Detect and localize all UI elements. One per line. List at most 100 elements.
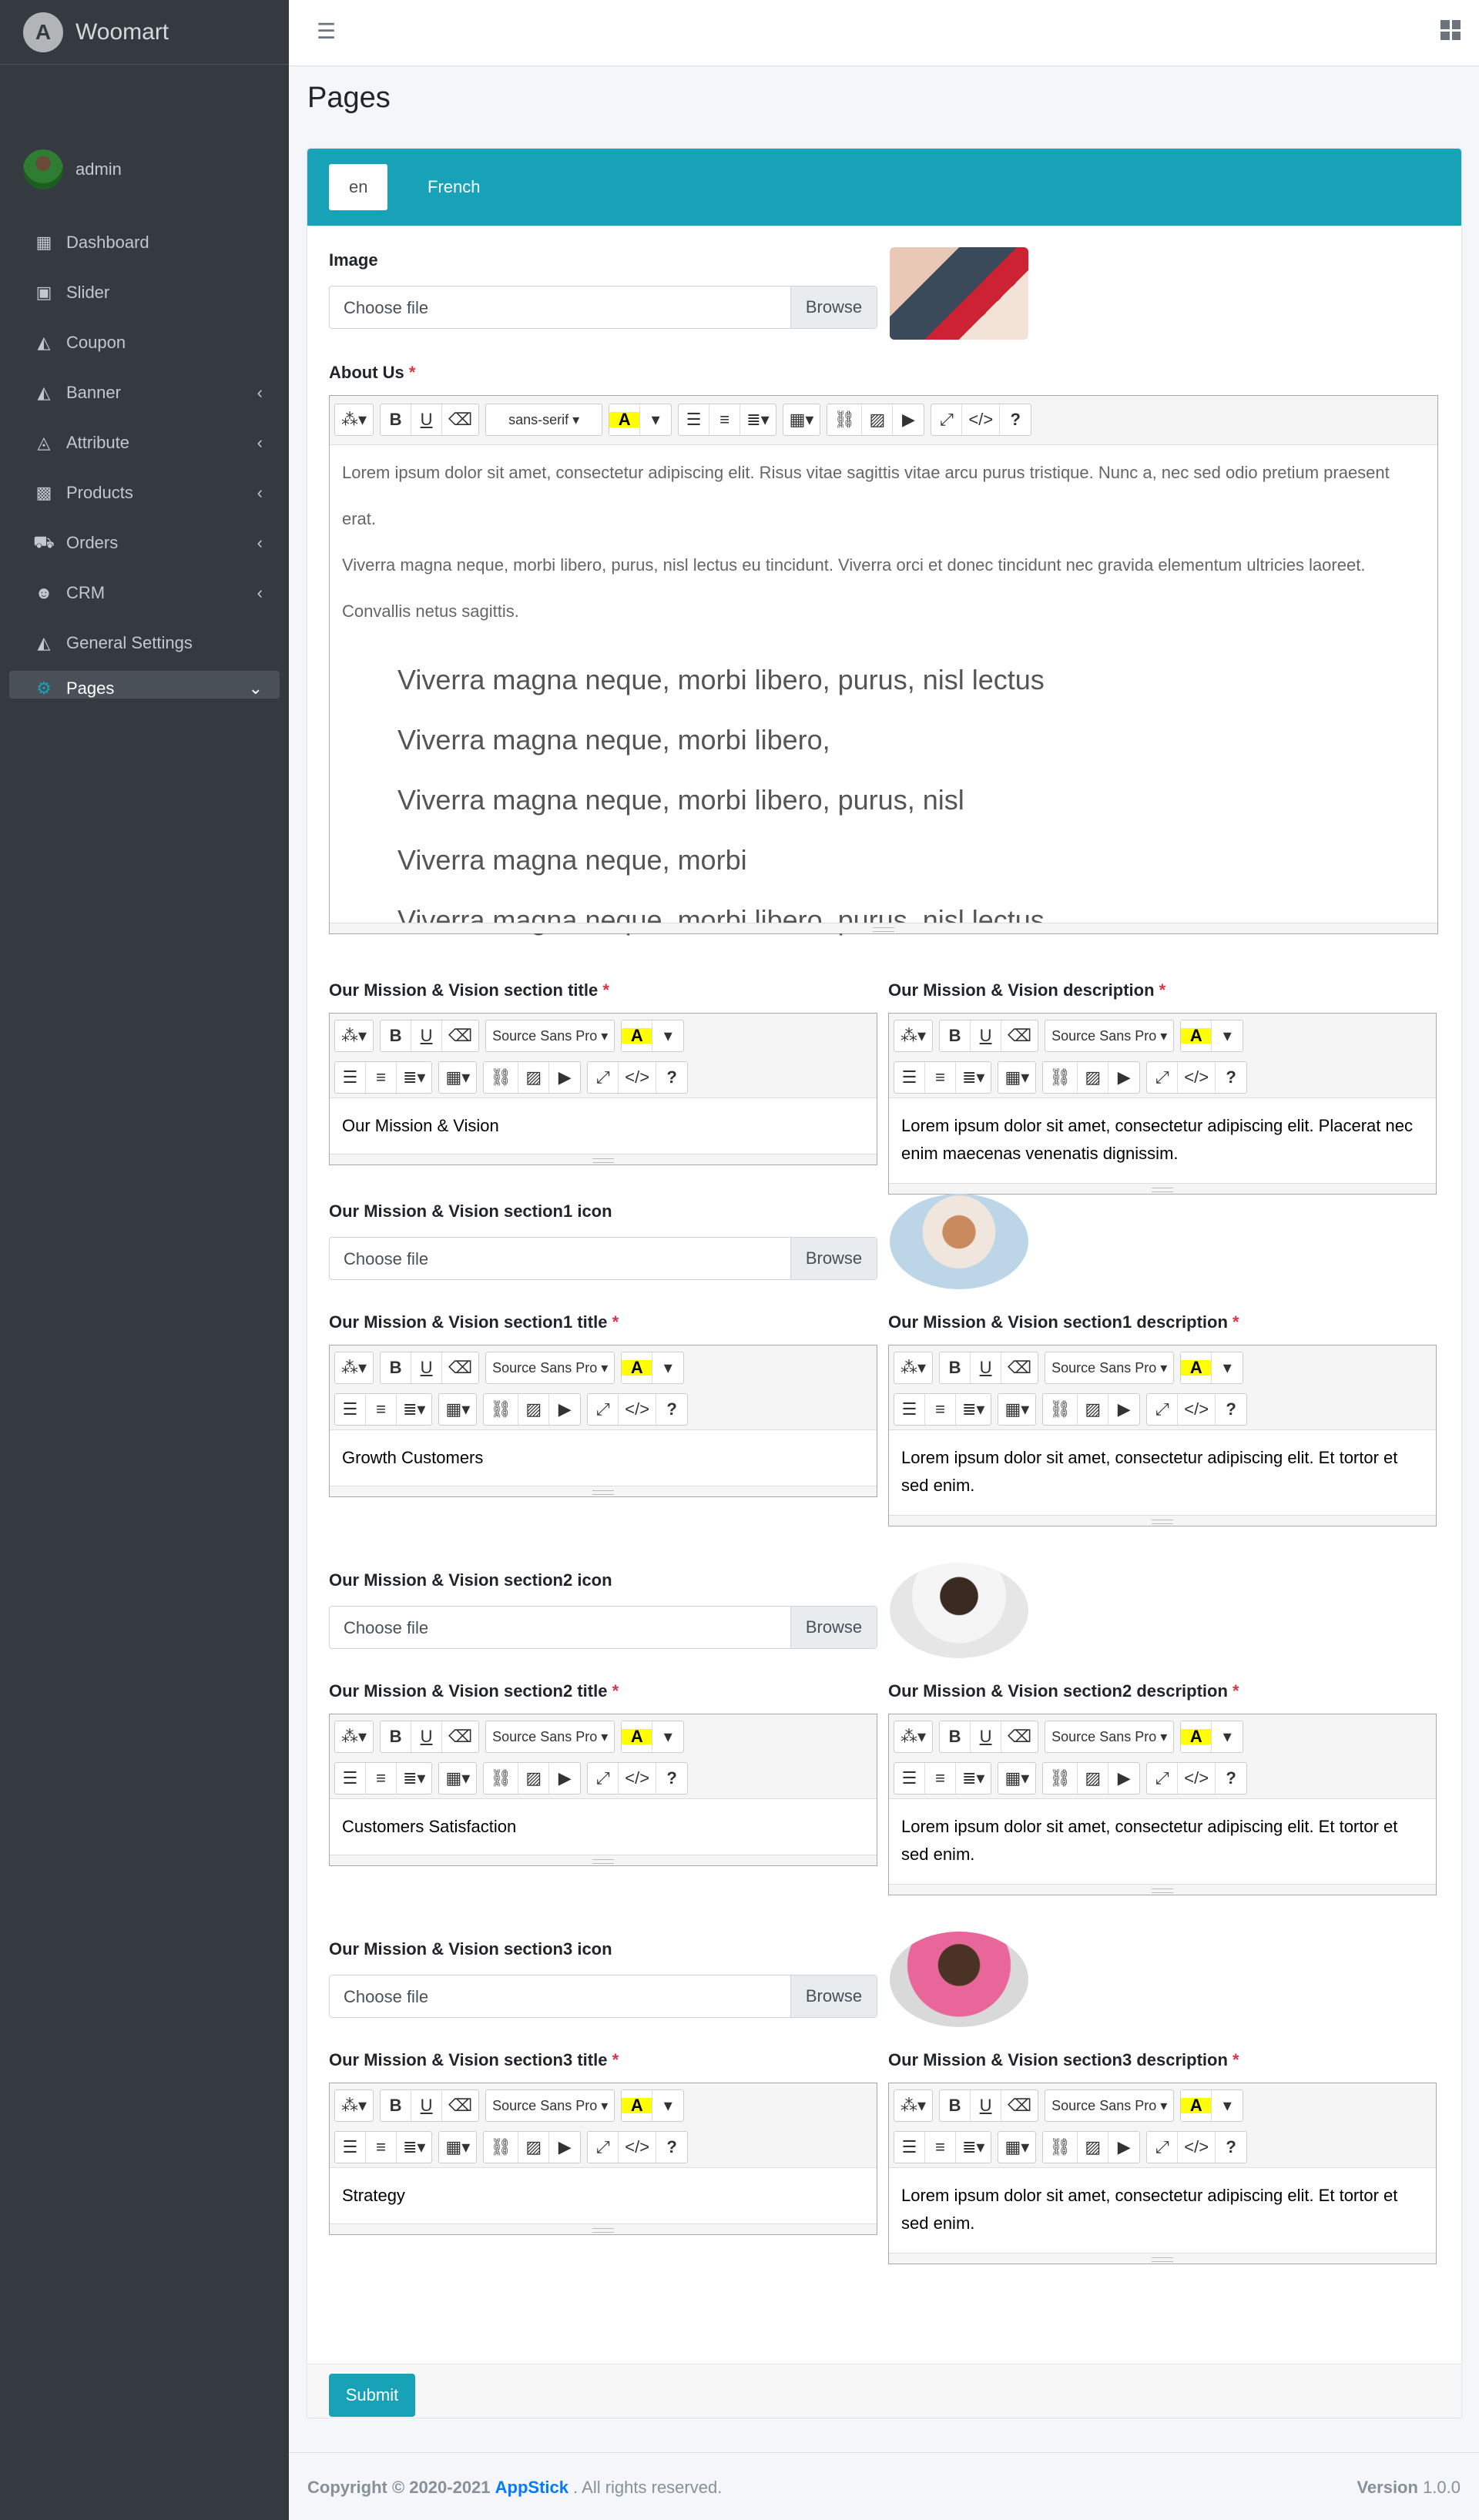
highlight-color-icon[interactable]: A bbox=[609, 404, 641, 435]
eraser-icon[interactable]: ⌫ bbox=[1001, 1020, 1038, 1051]
table-icon[interactable]: ▦▾ bbox=[439, 1763, 476, 1794]
eraser-icon[interactable]: ⌫ bbox=[1001, 1352, 1038, 1383]
brand[interactable]: A Woomart bbox=[0, 0, 289, 65]
magic-style-icon[interactable]: ⁂▾ bbox=[894, 1352, 932, 1383]
fullscreen-icon[interactable]: ⤢ bbox=[1147, 1763, 1179, 1794]
help-icon[interactable]: ? bbox=[1216, 1763, 1246, 1794]
align-icon[interactable]: ≣▾ bbox=[397, 1062, 431, 1093]
ordered-list-icon[interactable]: ≡ bbox=[925, 1763, 956, 1794]
rich-text-editor[interactable]: ⁂▾ B U ⌫ Source Sans Pro ▾ A ▾ ☰ ≡ ≣▾ ▦▾ ⛓ ▨ ▶ ⤢ </>? Lo… bbox=[888, 1345, 1437, 1526]
bold-icon[interactable]: B bbox=[381, 2090, 412, 2121]
editor-content[interactable]: Lorem ipsum dolor sit amet, consectetur … bbox=[901, 1444, 1424, 1500]
sidebar-item-coupon[interactable]: ◭ Coupon bbox=[9, 320, 280, 365]
video-icon[interactable]: ▶ bbox=[1108, 1763, 1139, 1794]
unordered-list-icon[interactable]: ☰ bbox=[335, 1394, 366, 1425]
rich-text-editor[interactable]: ⁂▾ B U ⌫ Source Sans Pro ▾ A ▾ ☰ ≡ ≣▾ ▦▾ ⛓ ▨ ▶ ⤢ </>? St… bbox=[329, 2083, 877, 2235]
video-icon[interactable]: ▶ bbox=[1108, 2132, 1139, 2163]
browse-button[interactable]: Browse bbox=[790, 1975, 877, 2017]
tab-en[interactable]: en bbox=[329, 164, 388, 210]
highlight-color-icon[interactable]: A bbox=[622, 1020, 653, 1051]
sidebar-item-slider[interactable]: ▣ Slider bbox=[9, 270, 280, 315]
code-view-icon[interactable]: </> bbox=[1178, 1062, 1216, 1093]
editor-resize-handle[interactable] bbox=[330, 1154, 877, 1164]
browse-button[interactable]: Browse bbox=[790, 1607, 877, 1648]
sidebar-item-pages[interactable]: ⚙ Pages ⌄ bbox=[9, 671, 280, 699]
ordered-list-icon[interactable]: ≡ bbox=[366, 1394, 397, 1425]
bold-icon[interactable]: B bbox=[940, 1721, 971, 1752]
ordered-list-icon[interactable]: ≡ bbox=[366, 1763, 397, 1794]
editor-resize-handle[interactable] bbox=[330, 2223, 877, 2234]
unordered-list-icon[interactable]: ☰ bbox=[894, 1394, 925, 1425]
code-view-icon[interactable]: </> bbox=[619, 1062, 657, 1093]
align-icon[interactable]: ≣▾ bbox=[956, 1394, 991, 1425]
video-icon[interactable]: ▶ bbox=[549, 2132, 580, 2163]
table-icon[interactable]: ▦▾ bbox=[439, 1394, 476, 1425]
table-icon[interactable]: ▦▾ bbox=[783, 404, 820, 435]
file-input[interactable]: Choose file Browse bbox=[329, 1975, 877, 2018]
unordered-list-icon[interactable]: ☰ bbox=[894, 1763, 925, 1794]
bold-icon[interactable]: B bbox=[940, 1020, 971, 1051]
eraser-icon[interactable]: ⌫ bbox=[442, 2090, 478, 2121]
font-family-select[interactable]: Source Sans Pro ▾ bbox=[1045, 2090, 1173, 2121]
eraser-icon[interactable]: ⌫ bbox=[442, 1721, 478, 1752]
fullscreen-icon[interactable]: ⤢ bbox=[1147, 1394, 1179, 1425]
align-icon[interactable]: ≣▾ bbox=[956, 2132, 991, 2163]
fullscreen-icon[interactable]: ⤢ bbox=[1147, 2132, 1179, 2163]
link-icon[interactable]: ⛓ bbox=[1043, 1763, 1078, 1794]
highlight-color-icon[interactable]: A bbox=[1181, 2090, 1212, 2121]
magic-style-icon[interactable]: ⁂▾ bbox=[335, 1721, 373, 1752]
unordered-list-icon[interactable]: ☰ bbox=[335, 1062, 366, 1093]
user-panel[interactable]: admin bbox=[23, 131, 289, 208]
highlight-color-icon[interactable]: A bbox=[622, 1721, 653, 1752]
sidebar-item-attribute[interactable]: ◬ Attribute ‹ bbox=[9, 421, 280, 465]
company-link[interactable]: AppStick bbox=[495, 2478, 568, 2497]
code-view-icon[interactable]: </> bbox=[619, 1763, 657, 1794]
editor-resize-handle[interactable] bbox=[889, 1515, 1436, 1526]
color-dropdown-icon[interactable]: ▾ bbox=[652, 1020, 683, 1051]
link-icon[interactable]: ⛓ bbox=[1043, 1394, 1078, 1425]
color-dropdown-icon[interactable]: ▾ bbox=[652, 1352, 683, 1383]
table-icon[interactable]: ▦▾ bbox=[998, 1062, 1035, 1093]
picture-icon[interactable]: ▨ bbox=[1078, 1763, 1109, 1794]
color-dropdown-icon[interactable]: ▾ bbox=[1212, 1020, 1243, 1051]
picture-icon[interactable]: ▨ bbox=[518, 1394, 550, 1425]
link-icon[interactable]: ⛓ bbox=[484, 2132, 519, 2163]
fullscreen-icon[interactable]: ⤢ bbox=[588, 1062, 619, 1093]
font-family-select[interactable]: Source Sans Pro ▾ bbox=[486, 1352, 614, 1383]
color-dropdown-icon[interactable]: ▾ bbox=[640, 404, 671, 435]
menu-toggle-icon[interactable]: ☰ bbox=[317, 18, 336, 44]
help-icon[interactable]: ? bbox=[656, 1394, 687, 1425]
fullscreen-icon[interactable]: ⤢ bbox=[1147, 1062, 1179, 1093]
unordered-list-icon[interactable]: ☰ bbox=[335, 2132, 366, 2163]
rich-text-editor[interactable]: ⁂▾ B U ⌫ Source Sans Pro ▾ A ▾ ☰ ≡ ≣▾ ▦▾ ⛓ ▨ ▶ ⤢ </>? Lo… bbox=[888, 1013, 1437, 1195]
table-icon[interactable]: ▦▾ bbox=[998, 2132, 1035, 2163]
align-icon[interactable]: ≣▾ bbox=[397, 1763, 431, 1794]
bold-icon[interactable]: B bbox=[940, 2090, 971, 2121]
editor-resize-handle[interactable] bbox=[330, 1855, 877, 1865]
align-icon[interactable]: ≣▾ bbox=[397, 2132, 431, 2163]
table-icon[interactable]: ▦▾ bbox=[998, 1763, 1035, 1794]
eraser-icon[interactable]: ⌫ bbox=[442, 1352, 478, 1383]
align-icon[interactable]: ≣▾ bbox=[956, 1763, 991, 1794]
underline-icon[interactable]: U bbox=[971, 1020, 1002, 1051]
table-icon[interactable]: ▦▾ bbox=[998, 1394, 1035, 1425]
editor-resize-handle[interactable] bbox=[889, 1884, 1436, 1895]
align-icon[interactable]: ≣▾ bbox=[397, 1394, 431, 1425]
link-icon[interactable]: ⛓ bbox=[1043, 2132, 1078, 2163]
video-icon[interactable]: ▶ bbox=[549, 1763, 580, 1794]
unordered-list-icon[interactable]: ☰ bbox=[335, 1763, 366, 1794]
color-dropdown-icon[interactable]: ▾ bbox=[1212, 1721, 1243, 1752]
magic-style-icon[interactable]: ⁂▾ bbox=[335, 2090, 373, 2121]
help-icon[interactable]: ? bbox=[656, 2132, 687, 2163]
ordered-list-icon[interactable]: ≡ bbox=[925, 1062, 956, 1093]
highlight-color-icon[interactable]: A bbox=[622, 1352, 653, 1383]
file-input[interactable]: Choose file Browse bbox=[329, 1237, 877, 1280]
help-icon[interactable]: ? bbox=[656, 1062, 687, 1093]
browse-button[interactable]: Browse bbox=[790, 1238, 877, 1279]
editor-content[interactable]: Lorem ipsum dolor sit amet, consectetur … bbox=[901, 2182, 1424, 2237]
font-family-select[interactable]: Source Sans Pro ▾ bbox=[1045, 1721, 1173, 1752]
sidebar-item-orders[interactable]: ⛟ Orders ‹ bbox=[9, 521, 280, 565]
picture-icon[interactable]: ▨ bbox=[518, 1062, 550, 1093]
editor-content[interactable]: Lorem ipsum dolor sit amet, consectetur … bbox=[901, 1112, 1424, 1168]
link-icon[interactable]: ⛓ bbox=[827, 404, 863, 435]
